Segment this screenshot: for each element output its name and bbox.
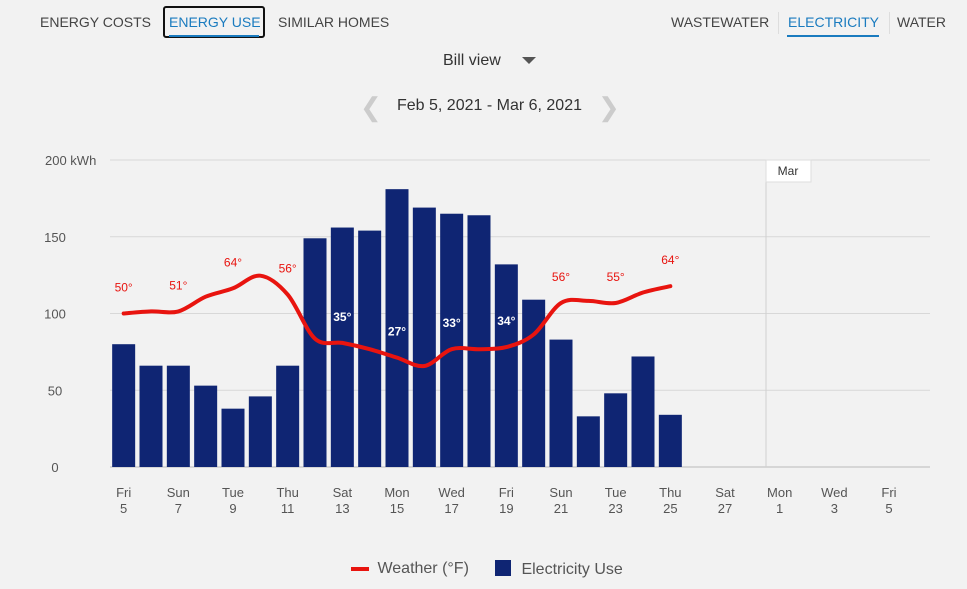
x-tick-day: Wed [821, 485, 848, 500]
x-tick-day: Thu [659, 485, 681, 500]
x-tick-date: 3 [831, 501, 838, 516]
y-tick-label: 0 [51, 460, 58, 475]
bar [248, 396, 272, 467]
x-tick-day: Fri [881, 485, 896, 500]
weather-swatch [351, 566, 369, 571]
temperature-label: 51° [169, 278, 187, 292]
month-label: Mar [778, 164, 799, 178]
y-tick-label: 50 [48, 383, 62, 398]
legend-use-label: Electricity Use [521, 561, 623, 578]
bar [549, 339, 573, 467]
x-tick-day: Fri [116, 485, 131, 500]
bar [576, 416, 600, 467]
bar [166, 365, 190, 467]
x-tick-date: 5 [120, 501, 127, 516]
x-tick-date: 15 [390, 501, 404, 516]
x-tick-date: 25 [663, 501, 677, 516]
y-tick-label: 150 [44, 230, 66, 245]
bar [112, 344, 136, 467]
chart: 050100150200 kWhMarFri5Sun7Tue9Thu11Sat1… [44, 153, 930, 516]
x-tick-day: Tue [605, 485, 627, 500]
temperature-label: 35° [333, 310, 351, 324]
x-tick-date: 23 [608, 501, 622, 516]
x-tick-day: Tue [222, 485, 244, 500]
x-tick-date: 7 [175, 501, 182, 516]
legend-electricity[interactable]: Electricity Use [495, 560, 623, 579]
temperature-label: 50° [115, 281, 133, 295]
bar [494, 264, 518, 467]
bar [412, 207, 436, 467]
temperature-label: 64° [661, 253, 679, 267]
bar [139, 365, 163, 467]
temperature-label: 55° [607, 270, 625, 284]
temperature-label: 56° [552, 270, 570, 284]
x-tick-date: 19 [499, 501, 513, 516]
x-tick-date: 11 [281, 501, 295, 516]
x-tick-date: 21 [554, 501, 568, 516]
y-tick-label: 200 kWh [45, 153, 96, 168]
temperature-label: 34° [497, 314, 515, 328]
x-tick-day: Mon [767, 485, 792, 500]
x-tick-day: Mon [384, 485, 409, 500]
temperature-label: 56° [279, 262, 297, 276]
x-tick-day: Thu [276, 485, 298, 500]
temperature-label: 33° [443, 316, 461, 330]
bar [467, 215, 491, 467]
legend-weather-label: Weather (°F) [377, 560, 469, 577]
x-tick-date: 13 [335, 501, 349, 516]
legend-weather[interactable]: Weather (°F) [351, 560, 469, 578]
x-tick-date: 1 [776, 501, 783, 516]
temperature-label: 27° [388, 325, 406, 339]
x-tick-day: Sat [333, 485, 353, 500]
bar [658, 414, 682, 467]
temperature-label: 64° [224, 255, 242, 269]
x-tick-date: 5 [885, 501, 892, 516]
bar [303, 238, 327, 467]
x-tick-day: Sun [549, 485, 572, 500]
x-tick-day: Sun [167, 485, 190, 500]
x-tick-day: Fri [499, 485, 514, 500]
x-tick-day: Wed [438, 485, 465, 500]
x-tick-date: 9 [229, 501, 236, 516]
bar [221, 408, 245, 467]
x-tick-date: 27 [718, 501, 732, 516]
bar [631, 356, 655, 467]
x-tick-date: 17 [444, 501, 458, 516]
y-tick-label: 100 [44, 307, 66, 322]
x-tick-day: Sat [715, 485, 735, 500]
bar-swatch [495, 560, 511, 576]
bar [194, 385, 218, 467]
bar [440, 213, 464, 467]
bar [276, 365, 300, 467]
bar [604, 393, 628, 467]
bar [330, 227, 354, 467]
